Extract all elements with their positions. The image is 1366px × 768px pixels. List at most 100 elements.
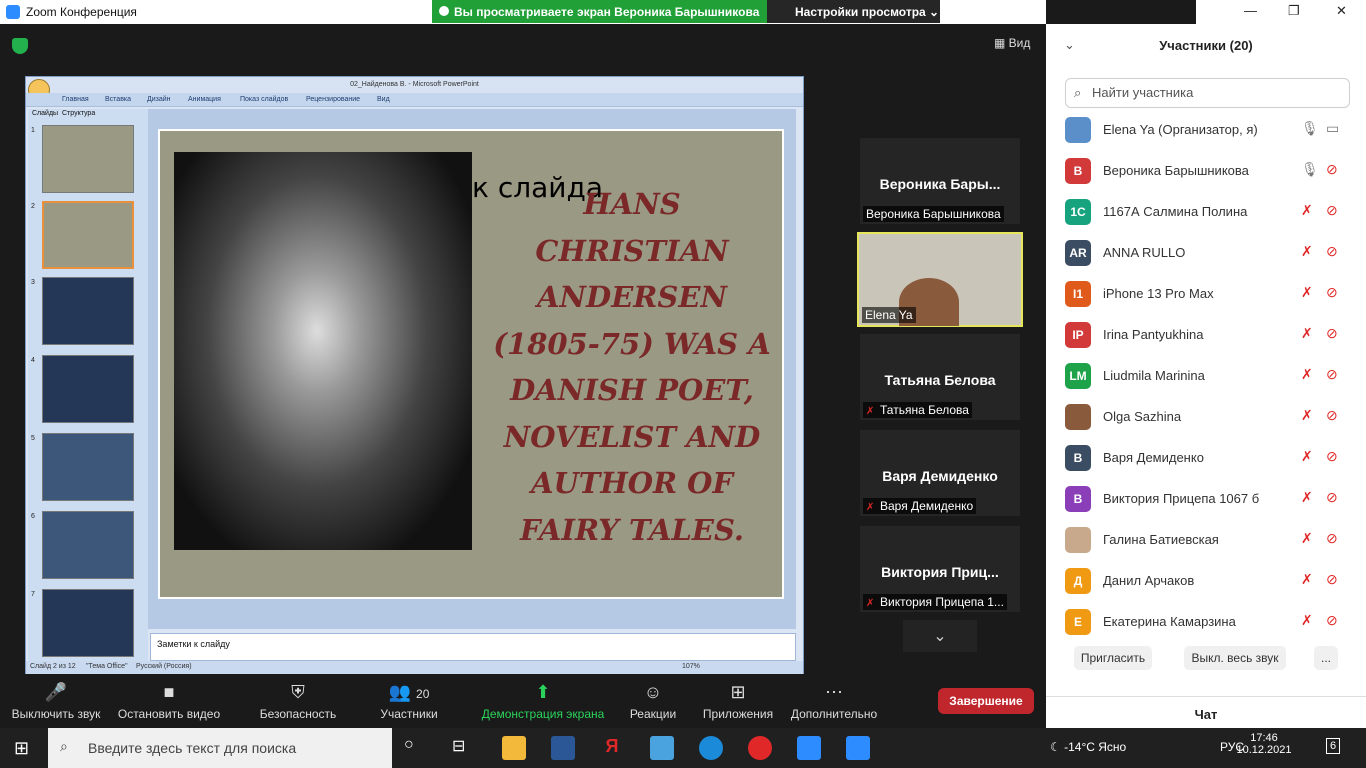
minimize-icon[interactable]: — [1244,3,1257,18]
shared-powerpoint-window: 02_Найденова В. - Microsoft PowerPoint Г… [25,76,804,674]
yandex-browser-icon[interactable] [748,736,772,760]
zoom-logo-icon [6,5,20,19]
participants-label: Участники [380,707,438,721]
participant-row[interactable]: В Варя Демиденко ✗ ⊘ [1046,438,1366,479]
close-icon[interactable]: ✕ [1336,3,1347,19]
view-options-button[interactable]: Настройки просмотра ⌄ [767,0,940,23]
camera-off-icon[interactable]: ⊘ [1326,202,1338,219]
slide-number: 6 [31,513,35,520]
more-button[interactable]: ⋯ Дополнительно [788,682,880,721]
weather-widget[interactable]: ☾ -14°C Ясно [1050,740,1126,754]
mic-muted-icon[interactable]: ✗ [1301,366,1313,383]
participants-button[interactable]: 👥 20 Участники [370,682,448,721]
chat-header[interactable]: Чат [1046,696,1366,728]
avatar: LM [1065,363,1091,389]
camera-off-icon[interactable]: ⊘ [1326,571,1338,588]
participant-name: iPhone 13 Pro Max [1103,286,1214,301]
camera-off-icon[interactable]: ⊘ [1326,366,1338,383]
microphone-icon[interactable]: 🎙 [1301,161,1319,178]
taskbar-clock[interactable]: 17:46 10.12.2021 [1236,732,1292,756]
security-button[interactable]: ⛨ Безопасность [252,682,344,721]
tab-slides: Слайды [32,110,59,117]
participant-search-input[interactable]: ⌕ Найти участника [1065,78,1350,108]
mic-muted-icon[interactable]: ✗ [1301,530,1313,547]
participant-row[interactable]: AR ANNA RULLO ✗ ⊘ [1046,233,1366,274]
participant-name: Данил Арчаков [1103,573,1195,588]
apps-button[interactable]: ⊞ Приложения [698,682,778,721]
video-tile[interactable]: Татьяна Белова ✗ Татьяна Белова [860,334,1020,420]
widgets-icon[interactable]: ⊟ [452,736,476,760]
camera-off-icon[interactable]: ⊘ [1326,325,1338,342]
participant-row[interactable]: В Виктория Прицепа 1067 б ✗ ⊘ [1046,479,1366,520]
avatar: AR [1065,240,1091,266]
mute-all-button[interactable]: Выкл. весь звук [1184,646,1286,670]
encryption-shield-icon[interactable] [12,38,28,54]
camera-off-icon[interactable]: ⊘ [1326,243,1338,260]
reactions-button[interactable]: ☺ Реакции [622,682,684,721]
mic-muted-icon[interactable]: ✗ [1301,612,1313,629]
microphone-icon[interactable]: 🎙 [1301,120,1319,137]
camera-off-icon[interactable]: ⊘ [1326,448,1338,465]
taskbar-search-input[interactable]: ⌕ Введите здесь текст для поиска [48,728,392,768]
mic-muted-icon[interactable]: ✗ [1301,407,1313,424]
yandex-icon[interactable]: Я [600,736,624,760]
more-options-button[interactable]: ... [1314,646,1338,670]
participant-row[interactable]: Elena Ya (Организатор, я) 🎙 ▭ [1046,110,1366,151]
camera-icon[interactable]: ▭ [1326,120,1339,137]
store-icon[interactable] [650,736,674,760]
participant-row[interactable]: I1 iPhone 13 Pro Max ✗ ⊘ [1046,274,1366,315]
smiley-icon: ☺ [643,682,663,702]
participant-row[interactable]: Е Екатерина Камарзина ✗ ⊘ [1046,602,1366,640]
avatar [1065,527,1091,553]
participant-row[interactable]: 1С 1167А Салмина Полина ✗ ⊘ [1046,192,1366,233]
clock-time: 17:46 [1250,732,1278,744]
mic-muted-icon[interactable]: ✗ [1301,202,1313,219]
mic-muted-icon[interactable]: ✗ [1301,489,1313,506]
camera-off-icon[interactable]: ⊘ [1326,284,1338,301]
participant-row[interactable]: LM Liudmila Marinina ✗ ⊘ [1046,356,1366,397]
restore-icon[interactable]: ❐ [1288,3,1300,19]
mic-muted-icon[interactable]: ✗ [1301,448,1313,465]
participant-row[interactable]: В Вероника Барышникова 🎙 ⊘ [1046,151,1366,192]
scroll-tiles-down-button[interactable]: ⌄ [903,620,977,652]
participant-name: ANNA RULLO [1103,245,1186,260]
word-icon[interactable] [551,736,575,760]
video-tile[interactable]: Варя Демиденко ✗ Варя Демиденко [860,430,1020,516]
notification-badge[interactable]: 6 [1326,738,1341,754]
camera-off-icon[interactable]: ⊘ [1326,530,1338,547]
participant-row[interactable]: Галина Батиевская ✗ ⊘ [1046,520,1366,561]
zoom-taskbar-icon[interactable] [797,736,821,760]
apps-label: Приложения [702,707,774,721]
windows-start-icon[interactable]: ⊞ [14,738,29,759]
share-screen-button[interactable]: ⬆ Демонстрация экрана [478,682,608,721]
player-icon[interactable] [846,736,870,760]
mic-muted-icon[interactable]: ✗ [1301,325,1313,342]
slide-thumbnails-panel: Слайды Структура 1 2 3 4 5 6 7 [28,109,148,661]
panel-tabs: Слайды Структура [28,109,148,119]
participant-row[interactable]: IP Irina Pantyukhina ✗ ⊘ [1046,315,1366,356]
view-button[interactable]: ▦ Вид [994,36,1030,50]
slide-number: 1 [31,127,35,134]
mic-muted-icon[interactable]: ✗ [1301,571,1313,588]
mic-muted-icon[interactable]: ✗ [1301,243,1313,260]
stop-video-button[interactable]: ■ Остановить видео [114,682,224,721]
camera-off-icon[interactable]: ⊘ [1326,161,1338,178]
mute-button[interactable]: 🎤 Выключить звук [8,682,104,721]
apps-icon: ⊞ [730,682,746,702]
file-explorer-icon[interactable] [502,736,526,760]
participant-row[interactable]: Д Данил Арчаков ✗ ⊘ [1046,561,1366,602]
mic-muted-icon[interactable]: ✗ [1301,284,1313,301]
end-meeting-button[interactable]: Завершение [938,688,1034,714]
camera-off-icon[interactable]: ⊘ [1326,612,1338,629]
grid-icon: ▦ [994,36,1009,50]
task-view-icon[interactable]: ○ [404,736,428,760]
invite-button[interactable]: Пригласить [1074,646,1152,670]
video-tile[interactable]: Виктория Приц... ✗ Виктория Прицепа 1... [860,526,1020,612]
video-tile[interactable]: Вероника Бары... Вероника Барышникова [860,138,1020,224]
camera-off-icon[interactable]: ⊘ [1326,489,1338,506]
camera-off-icon[interactable]: ⊘ [1326,407,1338,424]
edge-icon[interactable] [699,736,723,760]
participant-row[interactable]: Olga Sazhina ✗ ⊘ [1046,397,1366,438]
avatar: В [1065,158,1091,184]
video-tile-active-speaker[interactable]: Elena Ya [857,232,1023,327]
